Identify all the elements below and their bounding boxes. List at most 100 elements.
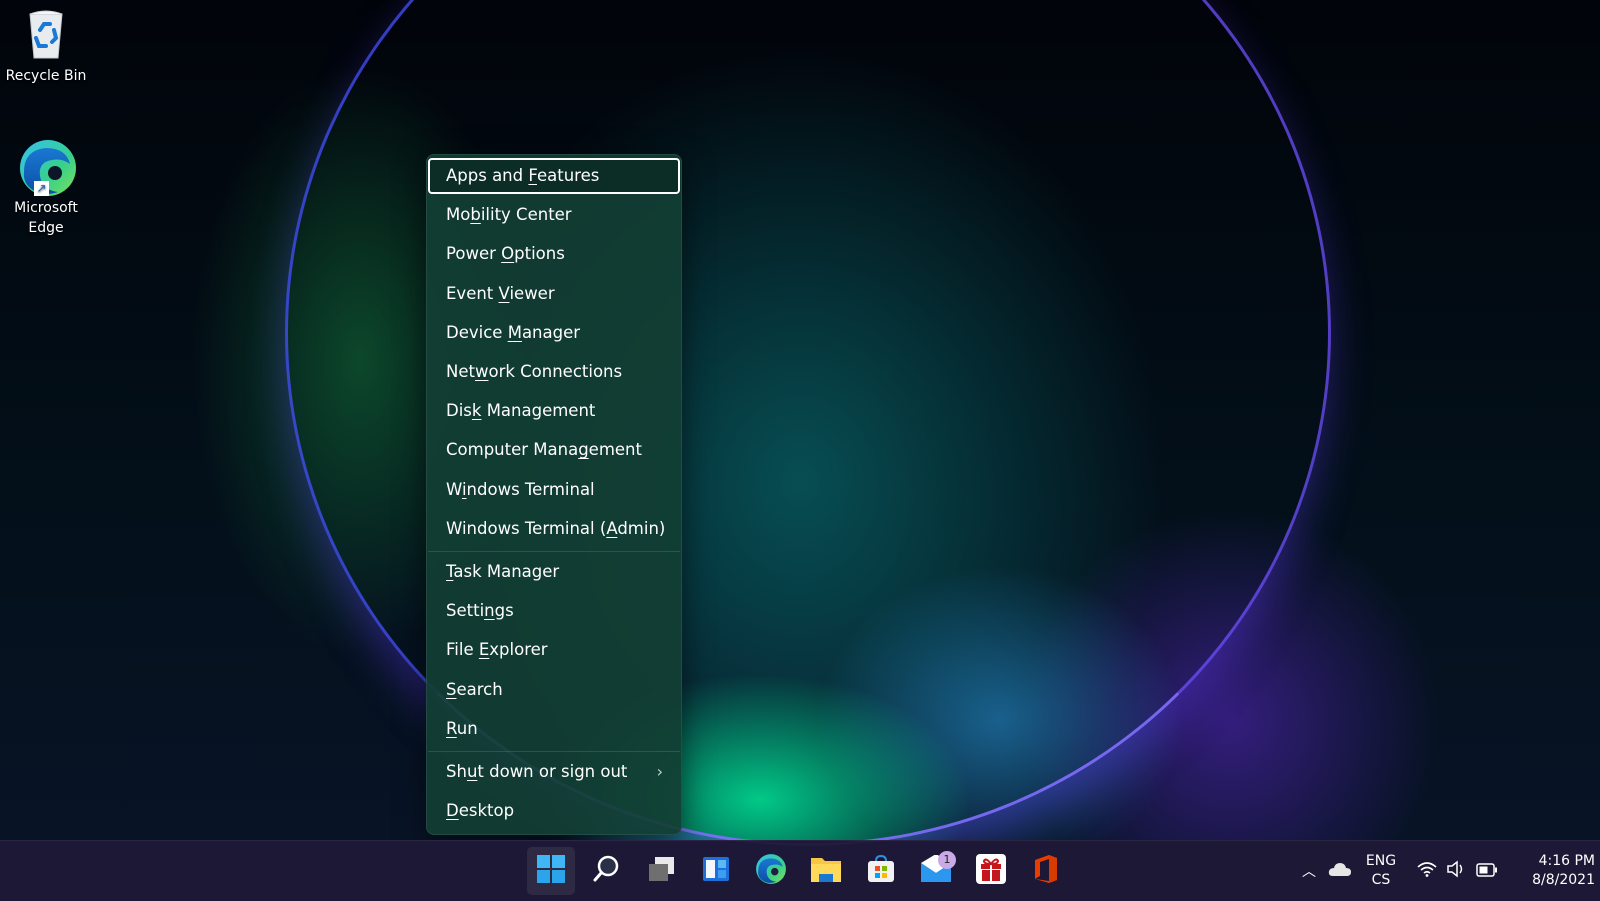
menu-item-mobility-center[interactable]: Mobility Center (427, 197, 681, 233)
onedrive-button[interactable] (1327, 860, 1353, 882)
taskbar-task-view-button[interactable] (637, 847, 685, 895)
label-suffix: iewer (509, 283, 555, 303)
menu-item-label: Desktop (446, 801, 514, 820)
menu-item-label: Apps and Features (446, 166, 599, 185)
menu-item-windows-terminal-admin[interactable]: Windows Terminal (Admin) (427, 511, 681, 547)
menu-item-label: Search (446, 680, 503, 699)
access-key: u (466, 762, 478, 781)
desktop-icon-label: Recycle Bin (5, 68, 87, 84)
label-prefix: File (446, 640, 479, 660)
volume-icon (1446, 860, 1466, 882)
label-suffix: ement (588, 440, 642, 460)
network-button[interactable] (1415, 860, 1439, 882)
access-key: w (474, 362, 489, 381)
label-prefix: Sh (446, 762, 467, 781)
access-key: D (446, 801, 459, 821)
label-prefix: Event (446, 283, 499, 303)
recycle-bin-icon (18, 6, 74, 62)
label-prefix: Net (446, 362, 475, 381)
menu-item-label: Disk Management (446, 401, 595, 420)
access-key: g (578, 440, 589, 460)
battery-button[interactable] (1475, 860, 1499, 882)
label-suffix: eatures (536, 166, 600, 185)
menu-item-label: Computer Management (446, 440, 642, 459)
menu-item-power-options[interactable]: Power Options (427, 236, 681, 272)
label-suffix: xplorer (489, 640, 548, 660)
menu-item-search[interactable]: Search (427, 672, 681, 708)
menu-item-label: Run (446, 719, 478, 738)
windows-start-icon (536, 854, 566, 888)
label-suffix: un (456, 718, 478, 738)
menu-item-settings[interactable]: Settings (427, 593, 681, 629)
label-prefix: Apps and (446, 166, 529, 185)
menu-item-desktop[interactable]: Desktop (427, 793, 681, 829)
menu-item-computer-management[interactable]: Computer Management (427, 432, 681, 468)
menu-item-device-manager[interactable]: Device Manager (427, 315, 681, 351)
clock-date: 8/8/2021 (1532, 872, 1595, 888)
menu-item-label: Windows Terminal (446, 480, 595, 499)
label-prefix: Dis (446, 401, 472, 421)
menu-item-run[interactable]: Run (427, 711, 681, 747)
label-prefix: W (446, 479, 462, 499)
language-label: ENG (1365, 853, 1397, 869)
battery-icon (1476, 862, 1498, 881)
menu-item-label: File Explorer (446, 640, 548, 659)
taskbar-store-button[interactable] (857, 847, 905, 895)
taskbar-search-button[interactable] (582, 847, 630, 895)
menu-item-shut-down-or-sign-out[interactable]: Shut down or sign out › (427, 754, 681, 790)
quick-link-menu: Apps and Features Mobility Center Power Op… (426, 154, 682, 835)
wifi-icon (1417, 861, 1437, 881)
menu-item-apps-and-features[interactable]: Apps and Features (428, 158, 680, 194)
menu-separator (428, 751, 680, 752)
desktop-icon-recycle-bin[interactable]: Recycle Bin (0, 6, 92, 86)
taskbar-widgets-button[interactable] (692, 847, 740, 895)
menu-item-task-manager[interactable]: Task Manager (427, 554, 681, 590)
label-prefix: Mo (446, 205, 471, 225)
show-hidden-icons-button[interactable]: ︿ (1297, 860, 1321, 882)
taskbar-office-button[interactable] (1022, 847, 1070, 895)
menu-item-disk-management[interactable]: Disk Management (427, 393, 681, 429)
input-language-indicator[interactable]: ENG CS (1363, 852, 1399, 890)
menu-item-label: Event Viewer (446, 284, 555, 303)
menu-item-network-connections[interactable]: Network Connections (427, 354, 681, 390)
chevron-up-icon: ︿ (1302, 864, 1316, 880)
label-suffix: earch (456, 679, 503, 699)
taskbar-start-button[interactable] (527, 847, 575, 895)
access-key: O (501, 244, 515, 264)
menu-item-file-explorer[interactable]: File Explorer (427, 632, 681, 668)
access-key: V (498, 283, 510, 303)
taskbar-mail-button[interactable]: 1 (912, 847, 960, 895)
label-suffix: gs (494, 601, 514, 621)
menu-item-windows-terminal[interactable]: Windows Terminal (427, 472, 681, 508)
search-icon (591, 854, 621, 888)
access-key: A (606, 518, 618, 538)
label-prefix: Setti (446, 601, 485, 621)
folder-icon (810, 854, 842, 888)
menu-separator (428, 551, 680, 552)
edge-icon: ↗ (18, 138, 76, 196)
menu-item-event-viewer[interactable]: Event Viewer (427, 276, 681, 312)
label-suffix: esktop (458, 801, 515, 821)
label-prefix: Power (446, 244, 502, 264)
access-key: n (484, 601, 495, 621)
clock-button[interactable]: 4:16 PM 8/8/2021 (1515, 852, 1595, 890)
access-key: F (528, 166, 537, 185)
label-suffix: t down or sign out (477, 762, 628, 781)
clock-time: 4:16 PM (1538, 853, 1595, 869)
office-icon (1033, 854, 1059, 888)
task-view-icon (646, 854, 676, 888)
menu-item-label: Settings (446, 601, 514, 620)
taskbar-edge-button[interactable] (747, 847, 795, 895)
taskbar-gift-button[interactable] (967, 847, 1015, 895)
taskbar-file-explorer-button[interactable] (802, 847, 850, 895)
volume-button[interactable] (1444, 860, 1468, 882)
label-suffix: ptions (514, 244, 565, 264)
access-key: b (470, 205, 481, 225)
label-prefix: Windows Terminal ( (446, 518, 607, 538)
menu-item-label: Shut down or sign out (446, 762, 627, 781)
desktop-icon-microsoft-edge[interactable]: ↗ Microsoft Edge (0, 138, 92, 238)
menu-item-label: Windows Terminal (Admin) (446, 519, 665, 538)
label-prefix: Device (446, 322, 508, 342)
taskbar: 1 ︿ ENG CS 4:16 PM 8/8/2021 (0, 840, 1600, 901)
access-key: R (446, 718, 457, 738)
